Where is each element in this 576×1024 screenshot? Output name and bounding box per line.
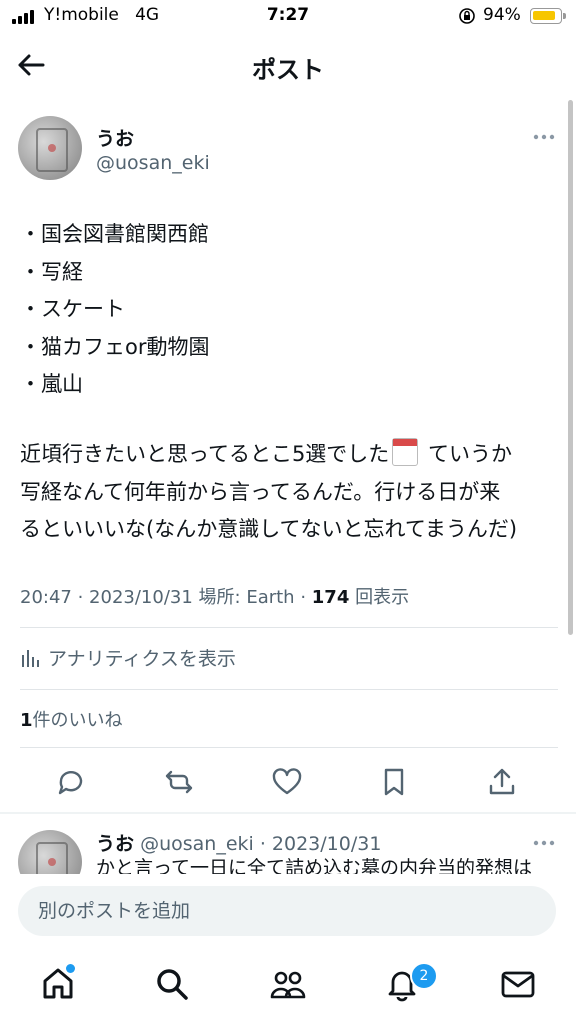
scrollbar[interactable] (568, 100, 573, 635)
mail-icon (501, 971, 535, 998)
post-list: ・国会図書館関西館 ・写経 ・スケート ・猫カフェor動物園 ・嵐山 (20, 216, 209, 404)
list-item: ・写経 (20, 259, 83, 284)
views-label: 回表示 (355, 587, 410, 608)
list-item: ・嵐山 (20, 372, 83, 396)
top-bar: ポスト (0, 34, 576, 96)
post-text: 近頃行きたいと思ってるとこ5選でした ていうか 写経なんて何年前から言ってるんだ… (20, 436, 560, 549)
author-handle[interactable]: @uosan_eki (96, 152, 210, 174)
list-item: ・国会図書館関西館 (20, 222, 209, 246)
like-icon[interactable] (271, 766, 303, 798)
likes-count[interactable]: 1件のいいね (20, 706, 123, 732)
calendar-icon (392, 438, 419, 466)
post-text-line: 近頃行きたいと思ってるとこ5選でした ていうか (20, 436, 560, 474)
divider (20, 627, 558, 628)
home-unread-dot (66, 964, 75, 973)
battery-icon (530, 8, 566, 24)
share-icon[interactable] (486, 766, 518, 798)
post-actions (0, 760, 576, 804)
list-item: ・スケート (20, 297, 125, 321)
post-location: 場所: Earth (198, 587, 295, 608)
tab-search[interactable] (154, 966, 190, 1002)
post-time[interactable]: 20:47 (20, 587, 72, 608)
reply-author-handle[interactable]: @uosan_eki (140, 833, 254, 855)
notification-badge: 2 (410, 962, 438, 990)
search-icon (157, 969, 188, 1000)
author-name[interactable]: うお (96, 124, 134, 151)
reply-text: かと言って一日に全て詰め込む墓の内弁当的発想は (96, 858, 533, 874)
tab-communities[interactable] (270, 966, 306, 1002)
post-meta: 20:47 · 2023/10/31 場所: Earth · 174 回表示 (20, 587, 410, 608)
post-date[interactable]: 2023/10/31 (89, 587, 193, 608)
list-item: ・猫カフェor動物園 (20, 334, 210, 359)
analytics-link[interactable]: アナリティクスを表示 (20, 644, 236, 671)
repost-icon[interactable] (163, 766, 195, 798)
tab-bar (0, 950, 576, 1024)
divider (20, 747, 558, 748)
divider (20, 689, 558, 690)
more-options-icon[interactable] (532, 834, 556, 852)
add-post-input[interactable]: 別のポストを追加 (18, 886, 556, 936)
tab-messages[interactable] (500, 966, 536, 1002)
post-text-line: るといいいな(なんか意識してないと忘れてまうんだ) (20, 517, 518, 541)
section-divider (0, 812, 576, 814)
reply-author-name[interactable]: うお (96, 833, 134, 855)
reply-header: うお @uosan_eki · 2023/10/31 (96, 833, 382, 855)
avatar[interactable] (18, 116, 82, 180)
battery-percent: 94% (483, 5, 521, 25)
rotation-lock-icon (459, 8, 475, 24)
page-title: ポスト (252, 56, 324, 84)
view-count: 174 (311, 587, 350, 608)
reply-icon[interactable] (55, 766, 87, 798)
analytics-icon (22, 649, 39, 667)
analytics-label: アナリティクスを表示 (48, 648, 236, 670)
more-options-icon[interactable] (532, 128, 556, 146)
bookmark-icon[interactable] (378, 766, 410, 798)
post-text-line: 写経なんて何年前から言ってるんだ。行ける日が来 (20, 479, 501, 504)
communities-icon (270, 971, 306, 999)
reply-date[interactable]: 2023/10/31 (272, 833, 382, 855)
status-bar: Y!mobile 4G 7:27 94% (0, 0, 576, 34)
